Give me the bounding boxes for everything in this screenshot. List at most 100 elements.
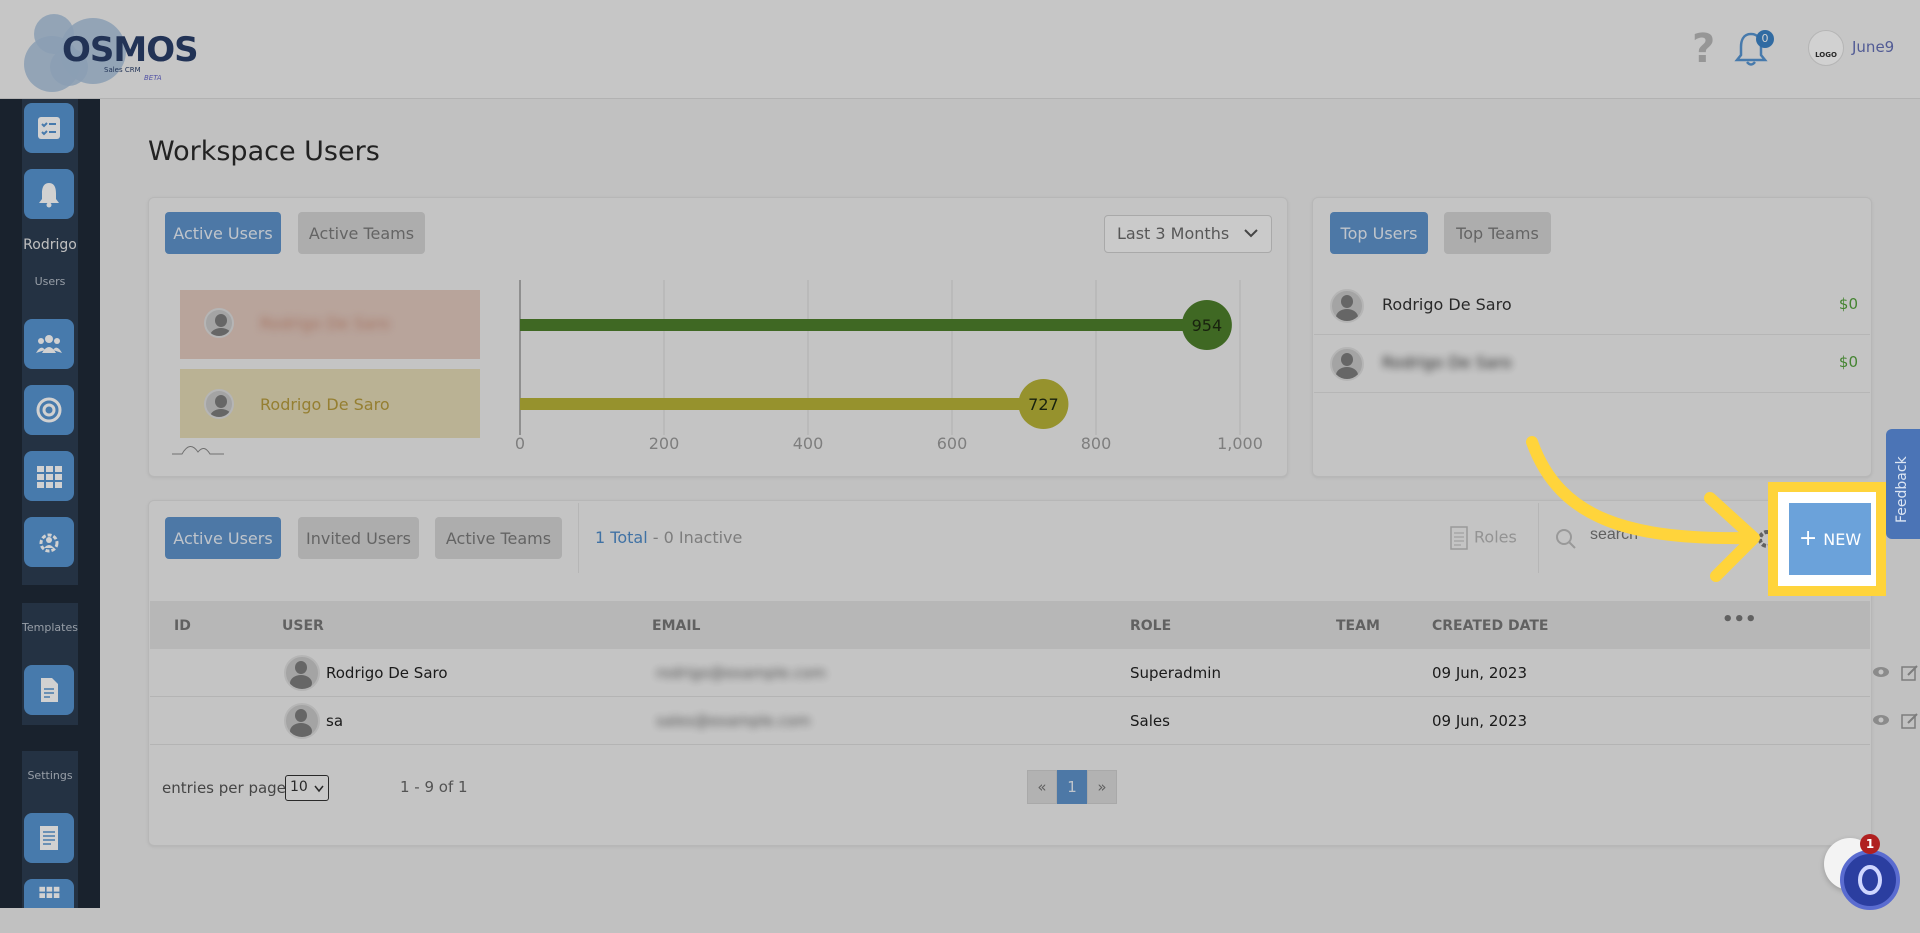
roles-button[interactable]: Roles <box>1450 526 1517 550</box>
sidebar-apps-button[interactable] <box>24 451 74 501</box>
avatar <box>204 389 234 419</box>
bar <box>520 319 1207 331</box>
inactive-count[interactable]: - 0 Inactive <box>648 528 743 547</box>
username-link[interactable]: June9 <box>1852 38 1894 56</box>
leaderboard-name: Rodrigo De Saro <box>260 395 390 414</box>
column-team[interactable]: TEAM <box>1336 618 1380 634</box>
tab-active-users[interactable]: Active Users <box>165 517 281 559</box>
total-count[interactable]: 1 Total <box>595 528 648 547</box>
user-role: Superadmin <box>1130 664 1221 682</box>
top-user-name: Rodrigo De Saro <box>1382 295 1512 314</box>
edit-icon[interactable] <box>1900 711 1920 731</box>
edit-icon[interactable] <box>1900 663 1920 683</box>
sidebar-teams-button[interactable] <box>24 517 74 567</box>
user-created-date: 09 Jun, 2023 <box>1432 664 1528 682</box>
osmos-logo[interactable]: OSMOS Sales CRM BETA <box>24 8 199 92</box>
x-tick-label: 1,000 <box>1217 434 1263 453</box>
sidebar-tasks-button[interactable] <box>24 103 74 153</box>
table-row[interactable]: Rodrigo De Saro rodrigo@example.com Supe… <box>150 649 1918 697</box>
column-user[interactable]: USER <box>282 618 324 634</box>
column-created-date[interactable]: CREATED DATE <box>1432 618 1548 634</box>
chat-launcher[interactable] <box>1840 850 1900 910</box>
top-user-amount: $0 <box>1838 353 1858 371</box>
grid-icon <box>39 886 60 898</box>
data-label: 727 <box>1028 395 1059 414</box>
feedback-label: Feedback <box>1894 456 1910 523</box>
entries-per-page-value: 10 <box>290 779 308 795</box>
column-email[interactable]: EMAIL <box>652 618 700 634</box>
row-actions <box>1872 711 1920 731</box>
company-avatar[interactable]: LOGO <box>1808 30 1844 66</box>
pointer-arrow-icon <box>1526 436 1760 582</box>
users-bar-chart: 954 727 0 200 400 600 800 1,000 <box>515 280 1263 453</box>
checklist-icon <box>38 117 60 139</box>
user-created-date: 09 Jun, 2023 <box>1432 712 1528 730</box>
tab-invited-users[interactable]: Invited Users <box>298 517 419 559</box>
column-id[interactable]: ID <box>174 618 191 634</box>
leaderboard-row: Rodrigo De Saro <box>180 369 480 438</box>
tab-active-teams[interactable]: Active Teams <box>435 517 562 559</box>
x-tick-label: 600 <box>937 434 968 453</box>
top-header: OSMOS Sales CRM BETA ? 0 LOGO June9 <box>0 0 1920 99</box>
table-row[interactable]: sa sales@example.com Sales 09 Jun, 2023 <box>150 697 1918 745</box>
column-role[interactable]: ROLE <box>1130 618 1171 634</box>
tab-top-teams[interactable]: Top Teams <box>1444 212 1551 254</box>
pagination-page[interactable]: 1 <box>1057 770 1087 804</box>
sidebar-settings-button[interactable] <box>24 813 74 863</box>
sidebar-notifications-button[interactable] <box>24 169 74 219</box>
user-email: rodrigo@example.com <box>656 664 826 682</box>
bottom-bar <box>0 908 1920 933</box>
target-icon <box>36 397 62 423</box>
logo-beta: BETA <box>144 74 162 82</box>
tab-active-teams[interactable]: Active Teams <box>298 212 425 254</box>
bar <box>520 398 1044 410</box>
top-user-amount: $0 <box>1838 295 1858 313</box>
report-icon <box>40 826 58 850</box>
sidebar-user-name: Rodrigo <box>23 237 77 253</box>
avatar <box>1330 289 1364 323</box>
notification-badge: 0 <box>1756 30 1774 48</box>
eye-icon[interactable] <box>1872 711 1890 729</box>
eye-icon[interactable] <box>1872 663 1890 681</box>
row-actions <box>1872 663 1920 683</box>
pagination: « 1 » <box>1027 770 1117 804</box>
period-select[interactable]: Last 3 Months <box>1104 215 1272 253</box>
plus-icon: + <box>1798 526 1818 551</box>
sidebar-goals-button[interactable] <box>24 385 74 435</box>
chevron-down-icon <box>314 785 324 793</box>
document-icon <box>1450 526 1468 550</box>
more-options-icon[interactable]: ••• <box>1722 609 1757 630</box>
help-icon[interactable]: ? <box>1692 26 1715 72</box>
bell-icon <box>39 183 59 208</box>
user-name: Rodrigo De Saro <box>326 664 448 682</box>
divider <box>578 503 579 573</box>
sidebar-templates-button[interactable] <box>24 665 74 715</box>
sidebar-section-settings: Settings <box>27 769 73 782</box>
user-role: Sales <box>1130 712 1170 730</box>
avatar <box>284 655 320 691</box>
users-icon <box>36 335 62 353</box>
sidebar: Rodrigo Users Templates Settings <box>0 99 100 911</box>
x-tick-label: 800 <box>1081 434 1112 453</box>
new-button-label: NEW <box>1823 529 1862 549</box>
entries-per-page-select[interactable]: 10 <box>285 775 329 801</box>
sidebar-more-button[interactable] <box>24 879 74 909</box>
tab-active-users[interactable]: Active Users <box>165 212 281 254</box>
avatar <box>1330 347 1364 381</box>
document-icon <box>41 678 58 702</box>
pagination-next[interactable]: » <box>1087 770 1117 804</box>
entries-per-page-label: entries per page <box>162 779 286 797</box>
logo-text: OSMOS <box>62 30 199 70</box>
sidebar-users-button[interactable] <box>24 319 74 369</box>
leaderboard-name: Rodrigo De Saro <box>260 314 390 333</box>
tab-top-users[interactable]: Top Users <box>1330 212 1428 254</box>
top-user-row[interactable]: Rodrigo De Saro $0 <box>1314 335 1870 393</box>
period-select-value: Last 3 Months <box>1117 224 1230 243</box>
new-user-button[interactable]: + NEW <box>1789 503 1871 575</box>
chat-logo-icon <box>1858 865 1882 895</box>
data-label: 954 <box>1192 316 1223 335</box>
feedback-tab[interactable]: Feedback <box>1886 429 1920 539</box>
team-gear-icon <box>39 533 59 553</box>
top-user-row[interactable]: Rodrigo De Saro $0 <box>1314 277 1870 335</box>
pagination-prev[interactable]: « <box>1027 770 1057 804</box>
